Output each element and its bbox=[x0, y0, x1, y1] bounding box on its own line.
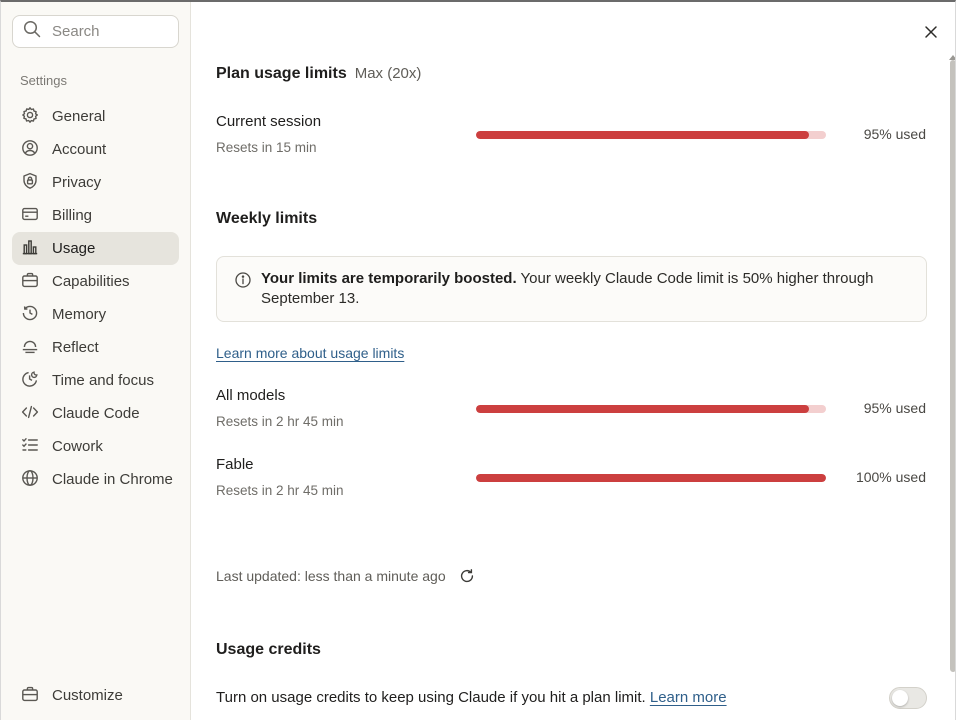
boost-notice: Your limits are temporarily boosted. You… bbox=[216, 256, 927, 322]
scroll-up-icon[interactable] bbox=[949, 55, 956, 60]
sidebar-item-label: Claude Code bbox=[52, 405, 140, 422]
progress-fill bbox=[476, 474, 826, 482]
gear-icon bbox=[21, 106, 39, 128]
section-title: Weekly limits bbox=[216, 210, 318, 227]
sidebar-item-billing[interactable]: Billing bbox=[12, 199, 179, 232]
learn-more-usage-link[interactable]: Learn more about usage limits bbox=[216, 345, 404, 361]
sidebar-item-claude-code[interactable]: Claude Code bbox=[12, 397, 179, 430]
code-icon bbox=[21, 403, 39, 425]
sidebar-item-label: General bbox=[52, 108, 106, 125]
progress-bar bbox=[476, 131, 826, 139]
usage-percent: 95% used bbox=[863, 400, 926, 416]
sidebar-item-memory[interactable]: Memory bbox=[12, 298, 179, 331]
sidebar-item-cowork[interactable]: Cowork bbox=[12, 430, 179, 463]
checklist-icon bbox=[21, 436, 39, 458]
last-updated-text: Last updated: less than a minute ago bbox=[216, 568, 446, 584]
usage-credits-header: Usage credits bbox=[216, 641, 321, 659]
sidebar-item-capabilities[interactable]: Capabilities bbox=[12, 265, 179, 298]
sidebar-item-label: Usage bbox=[52, 240, 96, 257]
sidebar-item-account[interactable]: Account bbox=[12, 133, 179, 166]
usage-percent: 95% used bbox=[863, 126, 926, 142]
close-button[interactable] bbox=[922, 23, 940, 41]
search-icon bbox=[23, 20, 41, 43]
bar-chart-icon bbox=[21, 238, 39, 260]
progress-fill bbox=[476, 131, 809, 139]
settings-window: Search Settings General Account Privacy … bbox=[0, 0, 956, 720]
sidebar-item-label: Cowork bbox=[52, 438, 103, 455]
reflect-icon bbox=[21, 337, 39, 359]
toggle-knob bbox=[892, 690, 908, 706]
usage-panel: Plan usage limits Max (20x) Current sess… bbox=[192, 2, 956, 720]
search-input[interactable]: Search bbox=[12, 15, 179, 48]
sidebar-item-label: Claude in Chrome bbox=[52, 471, 173, 488]
settings-sidebar: Search Settings General Account Privacy … bbox=[1, 2, 191, 720]
progress-bar bbox=[476, 474, 826, 482]
sidebar-item-label: Reflect bbox=[52, 339, 99, 356]
last-updated: Last updated: less than a minute ago bbox=[216, 568, 475, 584]
user-circle-icon bbox=[21, 139, 39, 161]
history-icon bbox=[21, 304, 39, 326]
progress-fill bbox=[476, 405, 809, 413]
scrollbar[interactable] bbox=[950, 60, 955, 672]
usage-row-resets: Resets in 2 hr 45 min bbox=[216, 414, 344, 429]
settings-section-label: Settings bbox=[20, 73, 67, 88]
progress-bar bbox=[476, 405, 826, 413]
sidebar-item-general[interactable]: General bbox=[12, 100, 179, 133]
sidebar-item-label: Customize bbox=[52, 687, 123, 704]
sidebar-item-label: Capabilities bbox=[52, 273, 130, 290]
sidebar-item-label: Memory bbox=[52, 306, 107, 323]
close-icon bbox=[922, 26, 940, 45]
sidebar-item-time-and-focus[interactable]: Time and focus bbox=[12, 364, 179, 397]
shield-lock-icon bbox=[21, 172, 39, 194]
briefcase-icon bbox=[21, 271, 39, 293]
learn-more-link[interactable]: Learn more bbox=[650, 689, 727, 706]
usage-row-label: All models bbox=[216, 387, 286, 404]
section-title: Plan usage limits bbox=[216, 65, 347, 82]
search-placeholder: Search bbox=[52, 23, 100, 40]
usage-credits-toggle[interactable] bbox=[889, 687, 927, 709]
sidebar-item-label: Privacy bbox=[52, 174, 102, 191]
notice-bold: Your limits are temporarily boosted. bbox=[261, 270, 517, 287]
weekly-limits-header: Weekly limits bbox=[216, 210, 317, 228]
sidebar-item-label: Time and focus bbox=[52, 372, 154, 389]
usage-percent: 100% used bbox=[855, 469, 926, 485]
usage-row-resets: Resets in 15 min bbox=[216, 140, 317, 155]
credits-text: Turn on usage credits to keep using Clau… bbox=[216, 689, 646, 706]
sidebar-item-claude-in-chrome[interactable]: Claude in Chrome bbox=[12, 463, 179, 496]
section-title: Usage credits bbox=[216, 641, 321, 658]
usage-row-label: Fable bbox=[216, 456, 254, 473]
credit-card-icon bbox=[21, 205, 39, 227]
globe-icon bbox=[21, 469, 39, 491]
usage-row-label: Current session bbox=[216, 113, 322, 130]
plan-badge: Max (20x) bbox=[354, 65, 422, 82]
sidebar-item-label: Account bbox=[52, 141, 107, 158]
settings-nav: General Account Privacy Billing Usage Ca… bbox=[12, 100, 179, 496]
usage-credits-description: Turn on usage credits to keep using Clau… bbox=[216, 689, 727, 706]
briefcase-icon bbox=[21, 685, 39, 707]
plan-usage-header: Plan usage limits Max (20x) bbox=[216, 65, 421, 83]
clock-moon-icon bbox=[21, 370, 39, 392]
sidebar-item-customize[interactable]: Customize bbox=[12, 679, 179, 712]
refresh-icon[interactable] bbox=[459, 568, 475, 584]
sidebar-item-reflect[interactable]: Reflect bbox=[12, 331, 179, 364]
sidebar-item-usage[interactable]: Usage bbox=[12, 232, 179, 265]
sidebar-item-privacy[interactable]: Privacy bbox=[12, 166, 179, 199]
sidebar-item-label: Billing bbox=[52, 207, 93, 224]
usage-row-resets: Resets in 2 hr 45 min bbox=[216, 483, 344, 498]
